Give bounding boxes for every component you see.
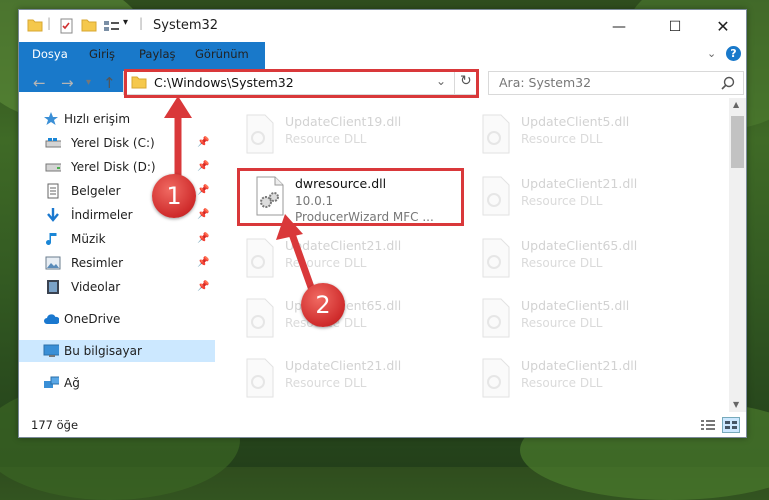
- step-2-badge: 2: [301, 283, 345, 327]
- step-1-badge: 1: [152, 174, 196, 218]
- arrow-2: [288, 230, 316, 294]
- annotation-arrows: [164, 96, 316, 294]
- arrow-1-head: [164, 96, 192, 118]
- arrow-2-head: [276, 214, 303, 240]
